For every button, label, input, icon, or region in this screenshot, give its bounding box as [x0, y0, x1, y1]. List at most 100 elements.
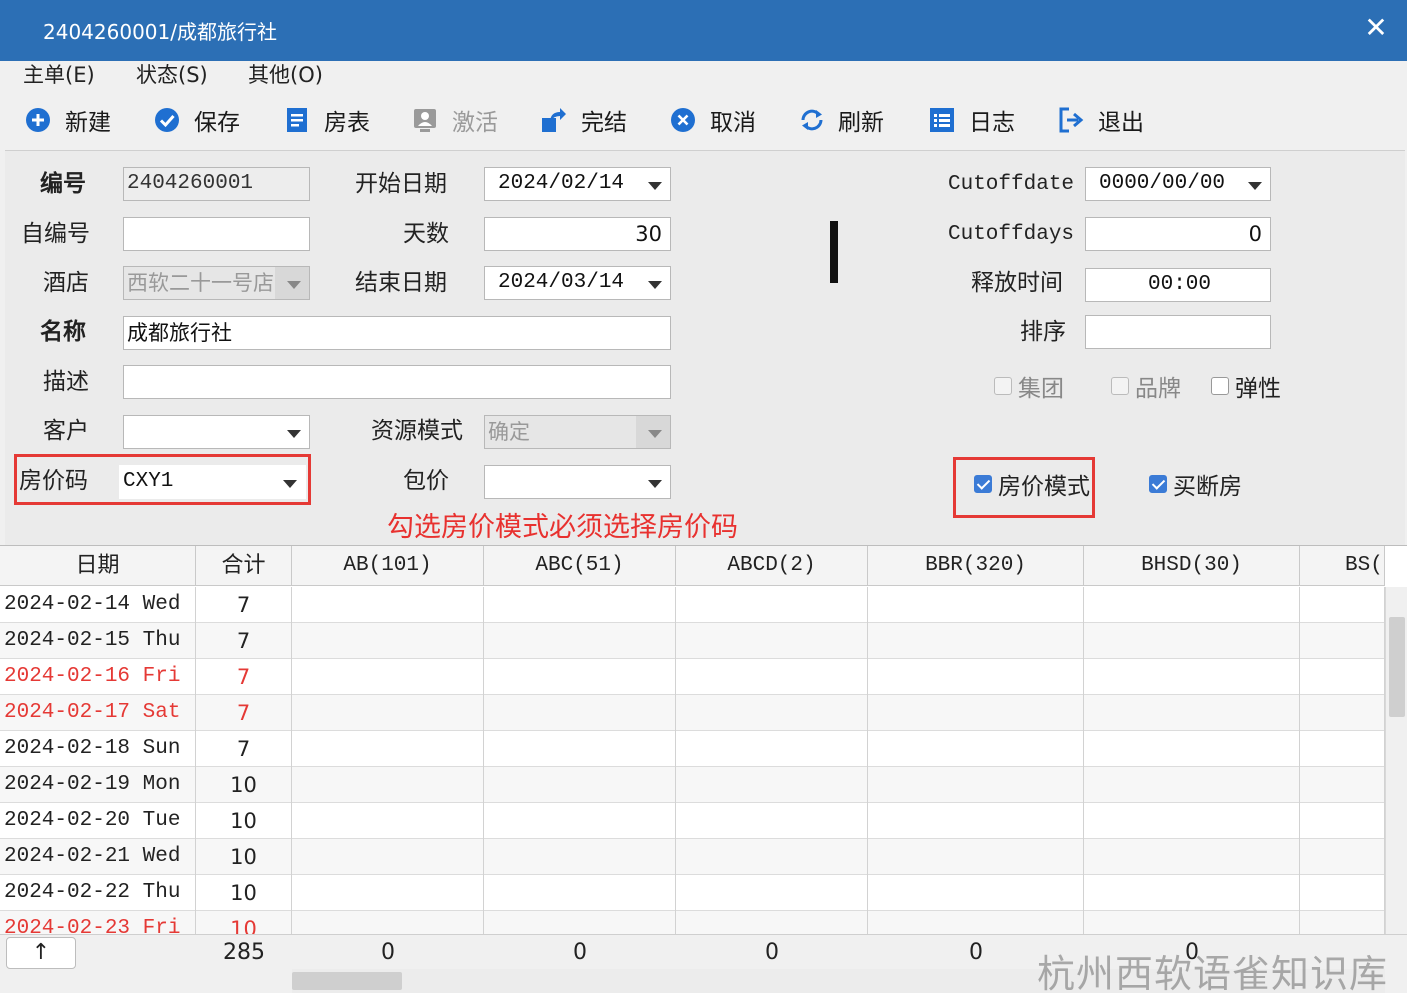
grid-cell[interactable] [1300, 623, 1385, 659]
grid-cell[interactable] [1084, 659, 1300, 695]
grid-cell[interactable] [868, 911, 1084, 935]
cutoffdays-field[interactable]: 0 [1085, 217, 1271, 251]
grid-cell[interactable] [1300, 731, 1385, 767]
grid-cell[interactable] [292, 695, 484, 731]
grid-cell[interactable] [868, 695, 1084, 731]
vertical-scroll-thumb[interactable] [1389, 617, 1405, 717]
grid-cell[interactable] [868, 767, 1084, 803]
grid-cell[interactable] [868, 623, 1084, 659]
grid-cell[interactable] [1084, 731, 1300, 767]
table-row[interactable]: 2024-02-16 Fri 7 [0, 659, 1385, 695]
grid-cell[interactable] [1084, 875, 1300, 911]
grid-cell[interactable] [676, 731, 868, 767]
release-time-field[interactable]: 00:00 [1085, 268, 1271, 302]
close-icon[interactable]: ✕ [1361, 13, 1391, 43]
column-header-date[interactable]: 日期 [0, 546, 196, 586]
cutoffdate-picker[interactable]: 0000/00/00 [1085, 167, 1271, 201]
table-row[interactable]: 2024-02-22 Thu 10 [0, 875, 1385, 911]
grid-cell[interactable] [484, 911, 676, 935]
vertical-scrollbar[interactable] [1385, 587, 1407, 935]
column-header-bbr[interactable]: BBR(320) [868, 546, 1084, 586]
grid-cell[interactable] [1084, 803, 1300, 839]
grid-cell[interactable] [1300, 839, 1385, 875]
grid-cell[interactable] [1300, 659, 1385, 695]
grid-cell[interactable] [292, 623, 484, 659]
table-row[interactable]: 2024-02-20 Tue 10 [0, 803, 1385, 839]
table-row[interactable]: 2024-02-15 Thu 7 [0, 623, 1385, 659]
grid-cell[interactable] [484, 587, 676, 623]
grid-cell[interactable] [484, 767, 676, 803]
grid-cell[interactable] [1300, 695, 1385, 731]
grid-cell[interactable] [1300, 767, 1385, 803]
room-table-button[interactable]: 房表 [284, 104, 370, 136]
grid-cell[interactable] [292, 659, 484, 695]
grid-cell[interactable] [676, 623, 868, 659]
grid-cell[interactable] [292, 731, 484, 767]
column-header-ab[interactable]: AB(101) [292, 546, 484, 586]
grid-cell[interactable] [1300, 875, 1385, 911]
menu-status[interactable]: 状态(S) [136, 61, 208, 89]
desc-field[interactable] [123, 365, 671, 399]
complete-button[interactable]: 完结 [541, 104, 627, 136]
menu-main[interactable]: 主单(E) [23, 61, 95, 89]
grid-cell[interactable] [292, 587, 484, 623]
grid-cell[interactable] [292, 803, 484, 839]
column-header-abcd[interactable]: ABCD(2) [676, 546, 868, 586]
grid-cell[interactable] [676, 659, 868, 695]
up-arrow-button[interactable]: ↑ [6, 937, 76, 969]
grid-cell[interactable] [484, 695, 676, 731]
table-row[interactable]: 2024-02-19 Mon 10 [0, 767, 1385, 803]
grid-cell[interactable] [868, 731, 1084, 767]
grid-cell[interactable] [1084, 839, 1300, 875]
grid-cell[interactable] [676, 587, 868, 623]
grid-cell[interactable] [292, 767, 484, 803]
package-select[interactable] [484, 465, 671, 499]
grid-cell[interactable] [676, 695, 868, 731]
grid-cell[interactable] [868, 875, 1084, 911]
column-header-total[interactable]: 合计 [196, 546, 292, 586]
activate-button[interactable]: 激活 [412, 104, 498, 136]
menu-other[interactable]: 其他(O) [248, 61, 323, 89]
grid-cell[interactable] [1084, 587, 1300, 623]
grid-cell[interactable] [676, 767, 868, 803]
grid-cell[interactable] [484, 839, 676, 875]
end-date-picker[interactable]: 2024/03/14 [484, 266, 671, 300]
grid-cell[interactable] [484, 803, 676, 839]
grid-cell[interactable] [676, 803, 868, 839]
grid-cell[interactable] [484, 659, 676, 695]
hotel-select[interactable]: 西软二十一号店 [123, 266, 310, 300]
grid-cell[interactable] [1084, 623, 1300, 659]
grid-cell[interactable] [1084, 695, 1300, 731]
grid-cell[interactable] [292, 911, 484, 935]
column-header-abc[interactable]: ABC(51) [484, 546, 676, 586]
grid-cell[interactable] [484, 875, 676, 911]
grid-cell[interactable] [292, 875, 484, 911]
grid-cell[interactable] [868, 659, 1084, 695]
resource-mode-select[interactable]: 确定 [484, 415, 671, 449]
grid-cell[interactable] [1300, 803, 1385, 839]
name-field[interactable]: 成都旅行社 [123, 316, 671, 350]
flex-checkbox[interactable]: 弹性 [1211, 369, 1281, 403]
selfno-field[interactable] [123, 217, 310, 251]
column-header-bhsd[interactable]: BHSD(30) [1084, 546, 1300, 586]
table-row[interactable]: 2024-02-18 Sun 7 [0, 731, 1385, 767]
grid-cell[interactable] [484, 731, 676, 767]
new-button[interactable]: 新建 [25, 104, 111, 136]
grid-cell[interactable] [1300, 911, 1385, 935]
days-field[interactable]: 30 [484, 217, 671, 251]
grid-cell[interactable] [1084, 767, 1300, 803]
refresh-button[interactable]: 刷新 [798, 104, 884, 136]
grid-cell[interactable] [676, 875, 868, 911]
grid-cell[interactable] [676, 839, 868, 875]
grid-cell[interactable] [292, 839, 484, 875]
cancel-button[interactable]: 取消 [670, 104, 756, 136]
column-header-bs[interactable]: BS( [1300, 546, 1385, 586]
save-button[interactable]: 保存 [154, 104, 240, 136]
group-checkbox[interactable]: 集团 [994, 369, 1064, 403]
buyout-checkbox[interactable]: 买断房 [1149, 467, 1242, 501]
grid-cell[interactable] [484, 623, 676, 659]
grid-cell[interactable] [1084, 911, 1300, 935]
grid-cell[interactable] [868, 839, 1084, 875]
sort-field[interactable] [1085, 315, 1271, 349]
table-row[interactable]: 2024-02-14 Wed 7 [0, 587, 1385, 623]
